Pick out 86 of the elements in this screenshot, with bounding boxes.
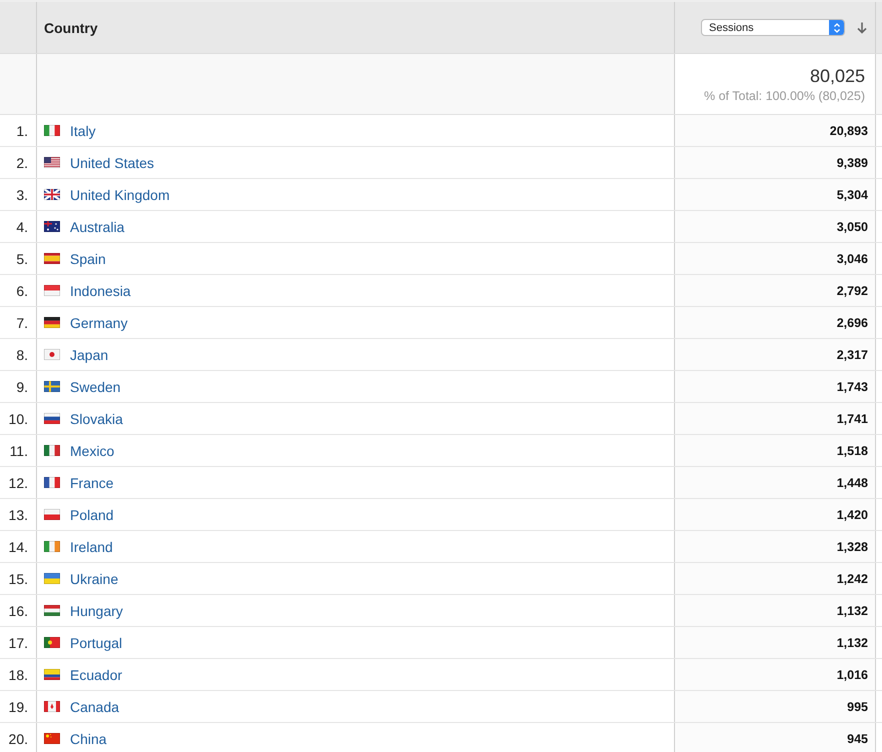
metric-dropdown[interactable]: Sessions (701, 19, 845, 36)
country-link[interactable]: Indonesia (70, 282, 131, 298)
rank-number: 16. (8, 602, 28, 618)
sessions-value: 1,328 (836, 540, 868, 554)
sessions-value: 2,696 (836, 316, 868, 330)
country-link[interactable]: Hungary (70, 602, 123, 618)
sessions-value: 2,317 (836, 348, 868, 362)
flag-icon (44, 221, 60, 232)
flag-icon (44, 733, 60, 744)
country-link[interactable]: France (70, 474, 114, 490)
sessions-value: 1,518 (836, 444, 868, 458)
sessions-value: 1,132 (836, 604, 868, 618)
country-link[interactable]: Spain (70, 250, 106, 266)
country-link[interactable]: Mexico (70, 442, 114, 458)
sessions-value: 1,420 (836, 508, 868, 522)
sessions-value: 2,792 (836, 284, 868, 298)
country-link[interactable]: Ireland (70, 538, 113, 554)
sessions-value: 1,016 (836, 668, 868, 682)
rank-number: 8. (16, 346, 28, 362)
flag-icon (44, 605, 60, 616)
country-link[interactable]: Ecuador (70, 666, 122, 682)
rank-number: 3. (16, 186, 28, 202)
flag-icon (44, 189, 60, 200)
flag-icon (44, 381, 60, 392)
column-header: Country (44, 20, 98, 36)
sessions-value: 995 (847, 700, 868, 714)
rank-number: 2. (16, 154, 28, 170)
flag-icon (44, 445, 60, 456)
country-link[interactable]: Japan (70, 346, 108, 362)
country-link[interactable]: Poland (70, 506, 114, 522)
rank-number: 4. (16, 218, 28, 234)
flag-icon (44, 573, 60, 584)
sessions-value: 20,893 (830, 124, 868, 138)
flag-icon (44, 701, 60, 712)
flag-icon (44, 317, 60, 328)
rank-number: 19. (8, 698, 28, 714)
rank-number: 14. (8, 538, 28, 554)
rank-number: 1. (16, 122, 28, 138)
rank-number: 10. (8, 410, 28, 426)
rank-number: 11. (10, 442, 28, 458)
total-share: % of Total: 100.00% (80,025) (704, 88, 865, 102)
sessions-value: 1,448 (836, 476, 868, 490)
sessions-value: 1,132 (836, 636, 868, 650)
sessions-value: 945 (847, 732, 868, 746)
rank-number: 9. (16, 378, 28, 394)
rank-number: 6. (16, 282, 28, 298)
flag-icon (44, 349, 60, 360)
rank-number: 15. (8, 570, 28, 586)
sessions-value: 3,050 (836, 220, 868, 234)
flag-icon (44, 637, 60, 648)
stepper-icon (832, 22, 840, 34)
flag-icon (44, 125, 60, 136)
rank-number: 5. (16, 250, 28, 266)
sessions-value: 1,242 (836, 572, 868, 586)
flag-icon (44, 157, 60, 168)
flag-icon (44, 477, 60, 488)
country-link[interactable]: United Kingdom (70, 186, 170, 202)
sessions-value: 9,389 (836, 156, 868, 170)
sessions-value: 5,304 (836, 188, 868, 202)
flag-icon (44, 541, 60, 552)
country-link[interactable]: China (70, 730, 107, 746)
country-link[interactable]: Sweden (70, 378, 121, 394)
total-value: 80,025 (810, 66, 865, 86)
sessions-value: 1,743 (836, 380, 868, 394)
sessions-value: 3,046 (836, 252, 868, 266)
sort-descending-icon[interactable] (857, 22, 867, 34)
country-link[interactable]: United States (70, 154, 154, 170)
flag-icon (44, 413, 60, 424)
country-link[interactable]: Ukraine (70, 570, 118, 586)
country-link[interactable]: Canada (70, 698, 120, 714)
rank-number: 7. (16, 314, 28, 330)
flag-icon (44, 253, 60, 264)
country-link[interactable]: Slovakia (70, 410, 123, 426)
country-link[interactable]: Australia (70, 218, 124, 234)
country-link[interactable]: Portugal (70, 634, 122, 650)
flag-icon (44, 285, 60, 296)
rank-number: 18. (8, 666, 28, 682)
flag-icon (44, 509, 60, 520)
country-link[interactable]: Italy (70, 122, 96, 138)
rank-number: 17. (8, 634, 28, 650)
sessions-value: 1,741 (836, 412, 868, 426)
country-link[interactable]: Germany (70, 314, 128, 330)
rank-number: 20. (8, 730, 28, 746)
rank-number: 13. (8, 506, 28, 522)
rank-number: 12. (8, 474, 28, 490)
flag-icon (44, 669, 60, 680)
